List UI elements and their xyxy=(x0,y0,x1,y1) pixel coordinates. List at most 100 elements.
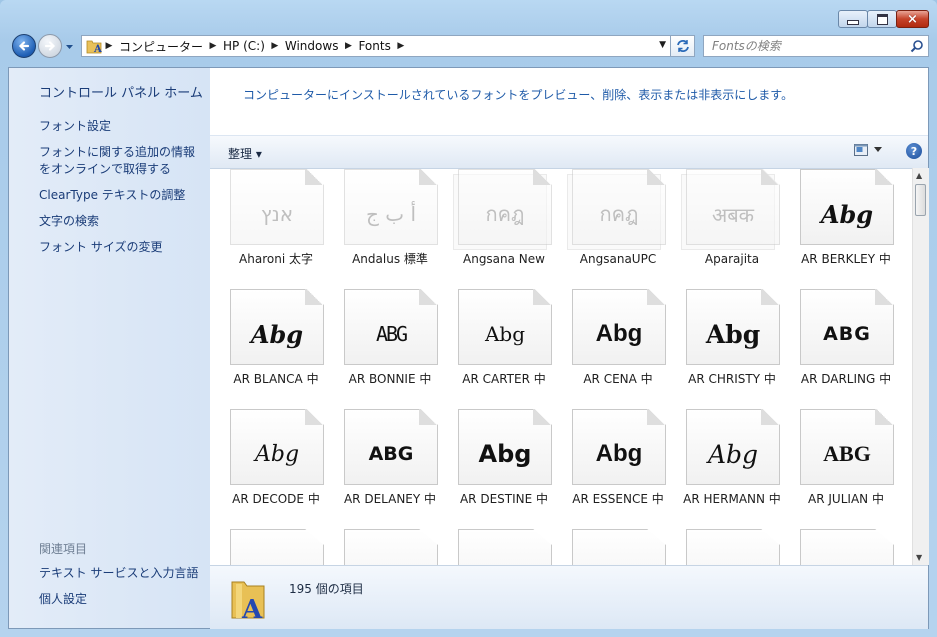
font-item[interactable]: أ ب ج Andalus 標準 xyxy=(325,168,439,274)
font-item-partial[interactable] xyxy=(667,516,781,565)
font-item[interactable]: Abg AR BERKLEY 中 xyxy=(781,168,895,274)
navigation-bar: A ▶ コンピューター ▶ HP (C:) ▶ Windows ▶ Fonts … xyxy=(8,34,929,60)
task-pane: コントロール パネル ホーム フォント設定 フォントに関する追加の情報 をオンラ… xyxy=(9,68,210,628)
font-name-label: AR DELANEY 中 xyxy=(343,492,437,506)
scroll-down-icon[interactable]: ▼ xyxy=(916,553,922,562)
fonts-folder-large-icon: A xyxy=(231,581,265,622)
scroll-thumb[interactable] xyxy=(915,184,926,216)
font-item[interactable]: ABG AR DELANEY 中 xyxy=(325,396,439,514)
recent-pages-dropdown-icon[interactable] xyxy=(65,42,74,51)
breadcrumb-separator-icon[interactable]: ▶ xyxy=(207,41,219,51)
font-item-partial[interactable] xyxy=(553,516,667,565)
control-panel-home-link[interactable]: コントロール パネル ホーム xyxy=(39,82,203,101)
font-sample-text: ABG xyxy=(375,322,408,346)
font-item[interactable]: กคฎ Angsana New xyxy=(439,168,553,274)
font-name-label: AR BONNIE 中 xyxy=(348,372,432,386)
fonts-folder-icon: A xyxy=(86,40,102,55)
font-item[interactable]: अबक Aparajita xyxy=(667,168,781,274)
font-item[interactable]: Abg AR HERMANN 中 xyxy=(667,396,781,514)
minimize-icon xyxy=(847,19,859,25)
font-sample-text: Abg xyxy=(707,439,759,469)
window-controls: × xyxy=(838,10,929,28)
breadcrumb-drive[interactable]: HP (C:) xyxy=(219,39,269,53)
address-bar[interactable]: A ▶ コンピューター ▶ HP (C:) ▶ Windows ▶ Fonts … xyxy=(81,35,671,57)
font-item[interactable]: אנץ Aharoni 太字 xyxy=(211,168,325,274)
breadcrumb-separator-icon[interactable]: ▶ xyxy=(269,41,281,51)
view-icon xyxy=(854,144,868,156)
font-name-label: AR DARLING 中 xyxy=(800,372,892,386)
change-font-size-link[interactable]: フォント サイズの変更 xyxy=(39,239,195,256)
font-name-label: AR BLANCA 中 xyxy=(233,372,319,386)
maximize-button[interactable] xyxy=(867,10,897,28)
find-character-link[interactable]: 文字の検索 xyxy=(39,213,195,230)
font-sample-text: กคฎ xyxy=(599,202,639,226)
font-item[interactable]: ABG AR DARLING 中 xyxy=(781,276,895,394)
back-arrow-icon xyxy=(18,41,30,51)
maximize-icon xyxy=(876,13,888,25)
font-name-label: AR CENA 中 xyxy=(583,372,653,386)
font-settings-link[interactable]: フォント設定 xyxy=(39,118,195,135)
refresh-icon xyxy=(676,40,689,52)
search-box[interactable] xyxy=(703,35,929,57)
font-sample-text: Abg xyxy=(820,199,874,229)
svg-text:A: A xyxy=(93,44,102,55)
breadcrumb-separator-icon[interactable]: ▶ xyxy=(395,41,407,51)
font-item[interactable]: Abg AR DECODE 中 xyxy=(211,396,325,514)
search-input[interactable] xyxy=(710,38,904,54)
font-name-label: AR DESTINE 中 xyxy=(459,492,549,506)
item-count: 195 個の項目 xyxy=(289,582,364,596)
font-sample-text: أ ب ج xyxy=(365,202,416,226)
font-sample-text: Abg xyxy=(478,440,532,468)
content-frame: コントロール パネル ホーム フォント設定 フォントに関する追加の情報 をオンラ… xyxy=(8,67,929,629)
breadcrumb-separator-icon[interactable]: ▶ xyxy=(103,41,115,51)
font-item[interactable]: Abg AR CENA 中 xyxy=(553,276,667,394)
task-links: フォント設定 フォントに関する追加の情報 をオンラインで取得する ClearTy… xyxy=(39,118,195,265)
font-item-partial[interactable] xyxy=(325,516,439,565)
font-item[interactable]: Abg AR CHRISTY 中 xyxy=(667,276,781,394)
font-item-partial[interactable] xyxy=(781,516,895,565)
breadcrumb-separator-icon[interactable]: ▶ xyxy=(342,41,354,51)
font-item[interactable]: ABG AR BONNIE 中 xyxy=(325,276,439,394)
svg-text:A: A xyxy=(241,595,263,622)
forward-button[interactable] xyxy=(38,34,62,58)
font-sample-text: Abg xyxy=(484,322,526,346)
get-more-font-info-line2[interactable]: をオンラインで取得する xyxy=(39,162,171,176)
chevron-down-icon xyxy=(874,147,882,152)
breadcrumb-fonts[interactable]: Fonts xyxy=(354,39,394,53)
font-file-icon xyxy=(572,529,666,565)
breadcrumb-computer[interactable]: コンピューター xyxy=(115,38,207,55)
personalization-link[interactable]: 個人設定 xyxy=(39,591,198,608)
change-view-button[interactable] xyxy=(854,144,882,156)
font-name-label: AR JULIAN 中 xyxy=(808,492,884,506)
scroll-up-icon[interactable]: ▲ xyxy=(916,171,922,180)
font-name-label: AR HERMANN 中 xyxy=(683,492,781,506)
font-item[interactable]: Abg AR DESTINE 中 xyxy=(439,396,553,514)
font-item[interactable]: กคฎ AngsanaUPC xyxy=(553,168,667,274)
font-sample-text: Abg xyxy=(254,441,300,467)
back-button[interactable] xyxy=(12,34,36,58)
forward-arrow-icon xyxy=(44,41,56,51)
font-item[interactable]: Abg AR ESSENCE 中 xyxy=(553,396,667,514)
vertical-scrollbar[interactable]: ▲ ▼ xyxy=(912,168,929,565)
font-item[interactable]: Abg AR BLANCA 中 xyxy=(211,276,325,394)
font-sample-text: Abg xyxy=(705,319,761,349)
minimize-button[interactable] xyxy=(838,10,868,28)
font-item[interactable]: ABG AR JULIAN 中 xyxy=(781,396,895,514)
organize-button[interactable]: 整理 ▾ xyxy=(228,145,262,162)
command-bar: 整理 ▾ ? xyxy=(210,135,928,169)
font-item-partial[interactable] xyxy=(439,516,553,565)
help-button[interactable]: ? xyxy=(906,143,922,159)
adjust-cleartype-link[interactable]: ClearType テキストの調整 xyxy=(39,187,195,204)
address-history-dropdown-icon[interactable]: ▼ xyxy=(659,40,666,50)
get-more-font-info-online-link[interactable]: フォントに関する追加の情報 をオンラインで取得する xyxy=(39,144,195,178)
refresh-button[interactable] xyxy=(671,35,695,57)
font-item[interactable]: Abg AR CARTER 中 xyxy=(439,276,553,394)
font-item-partial[interactable] xyxy=(211,516,325,565)
search-icon[interactable] xyxy=(910,39,924,53)
close-button[interactable]: × xyxy=(896,10,929,28)
font-sample-text: אנץ xyxy=(260,202,294,226)
breadcrumb-windows[interactable]: Windows xyxy=(281,39,343,53)
font-sample-text: ABG xyxy=(823,441,871,466)
get-more-font-info-line1[interactable]: フォントに関する追加の情報 xyxy=(39,145,195,159)
text-services-link[interactable]: テキスト サービスと入力言語 xyxy=(39,565,198,582)
